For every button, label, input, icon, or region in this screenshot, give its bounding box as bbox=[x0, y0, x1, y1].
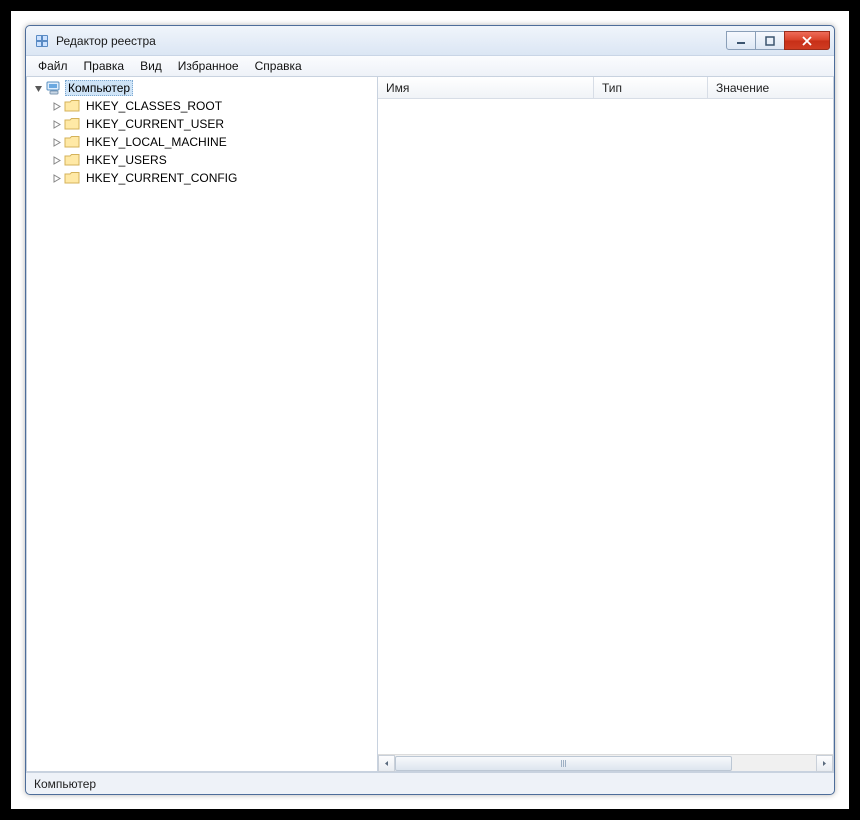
column-header-type[interactable]: Тип bbox=[594, 77, 708, 98]
tree-item-label[interactable]: HKEY_CURRENT_CONFIG bbox=[83, 170, 240, 186]
tree-item-label[interactable]: HKEY_USERS bbox=[83, 152, 170, 168]
tree-item-hklm[interactable]: HKEY_LOCAL_MACHINE bbox=[27, 133, 377, 151]
list-pane: Имя Тип Значение bbox=[378, 77, 834, 772]
window-controls bbox=[727, 31, 830, 50]
tree-item-label[interactable]: HKEY_CURRENT_USER bbox=[83, 116, 227, 132]
titlebar[interactable]: Редактор реестра bbox=[26, 26, 834, 56]
maximize-button[interactable] bbox=[755, 31, 785, 50]
tree-item-hku[interactable]: HKEY_USERS bbox=[27, 151, 377, 169]
list-body[interactable] bbox=[378, 99, 833, 754]
scroll-thumb[interactable] bbox=[395, 756, 732, 771]
tree-item-label[interactable]: HKEY_LOCAL_MACHINE bbox=[83, 134, 230, 150]
menu-favorites[interactable]: Избранное bbox=[170, 57, 247, 75]
tree-item-hkcu[interactable]: HKEY_CURRENT_USER bbox=[27, 115, 377, 133]
menu-view[interactable]: Вид bbox=[132, 57, 170, 75]
statusbar: Компьютер bbox=[26, 772, 834, 794]
folder-icon bbox=[64, 116, 80, 132]
folder-icon bbox=[64, 98, 80, 114]
scroll-left-button[interactable] bbox=[378, 755, 395, 772]
window-title: Редактор реестра bbox=[56, 34, 727, 48]
menu-help[interactable]: Справка bbox=[247, 57, 310, 75]
app-icon bbox=[34, 33, 50, 49]
collapse-icon[interactable] bbox=[31, 84, 45, 93]
column-header-name[interactable]: Имя bbox=[378, 77, 594, 98]
column-header-value[interactable]: Значение bbox=[708, 77, 833, 98]
tree-root-computer[interactable]: Компьютер bbox=[27, 79, 377, 97]
expand-icon[interactable] bbox=[49, 102, 63, 111]
menubar: Файл Правка Вид Избранное Справка bbox=[26, 56, 834, 77]
tree-pane[interactable]: Компьютер HKEY_CLASSES_ROOT bbox=[26, 77, 378, 772]
minimize-button[interactable] bbox=[726, 31, 756, 50]
expand-icon[interactable] bbox=[49, 138, 63, 147]
menu-edit[interactable]: Правка bbox=[76, 57, 133, 75]
status-path: Компьютер bbox=[34, 777, 96, 791]
close-button[interactable] bbox=[784, 31, 830, 50]
horizontal-scrollbar[interactable] bbox=[378, 754, 833, 771]
scroll-track[interactable] bbox=[395, 755, 816, 772]
tree-root-label[interactable]: Компьютер bbox=[65, 80, 133, 96]
folder-icon bbox=[64, 170, 80, 186]
main-split: Компьютер HKEY_CLASSES_ROOT bbox=[26, 77, 834, 772]
tree-item-hkcr[interactable]: HKEY_CLASSES_ROOT bbox=[27, 97, 377, 115]
menu-file[interactable]: Файл bbox=[30, 57, 76, 75]
tree-item-label[interactable]: HKEY_CLASSES_ROOT bbox=[83, 98, 225, 114]
list-header: Имя Тип Значение bbox=[378, 77, 833, 99]
expand-icon[interactable] bbox=[49, 120, 63, 129]
folder-icon bbox=[64, 134, 80, 150]
expand-icon[interactable] bbox=[49, 174, 63, 183]
tree-item-hkcc[interactable]: HKEY_CURRENT_CONFIG bbox=[27, 169, 377, 187]
folder-icon bbox=[64, 152, 80, 168]
scroll-right-button[interactable] bbox=[816, 755, 833, 772]
screenshot-frame: Редактор реестра Файл Правка Вид Избранн… bbox=[10, 10, 850, 810]
registry-editor-window: Редактор реестра Файл Правка Вид Избранн… bbox=[25, 25, 835, 795]
expand-icon[interactable] bbox=[49, 156, 63, 165]
tree-children: HKEY_CLASSES_ROOT HKEY_CURRENT_USER bbox=[27, 97, 377, 187]
computer-icon bbox=[46, 80, 62, 96]
